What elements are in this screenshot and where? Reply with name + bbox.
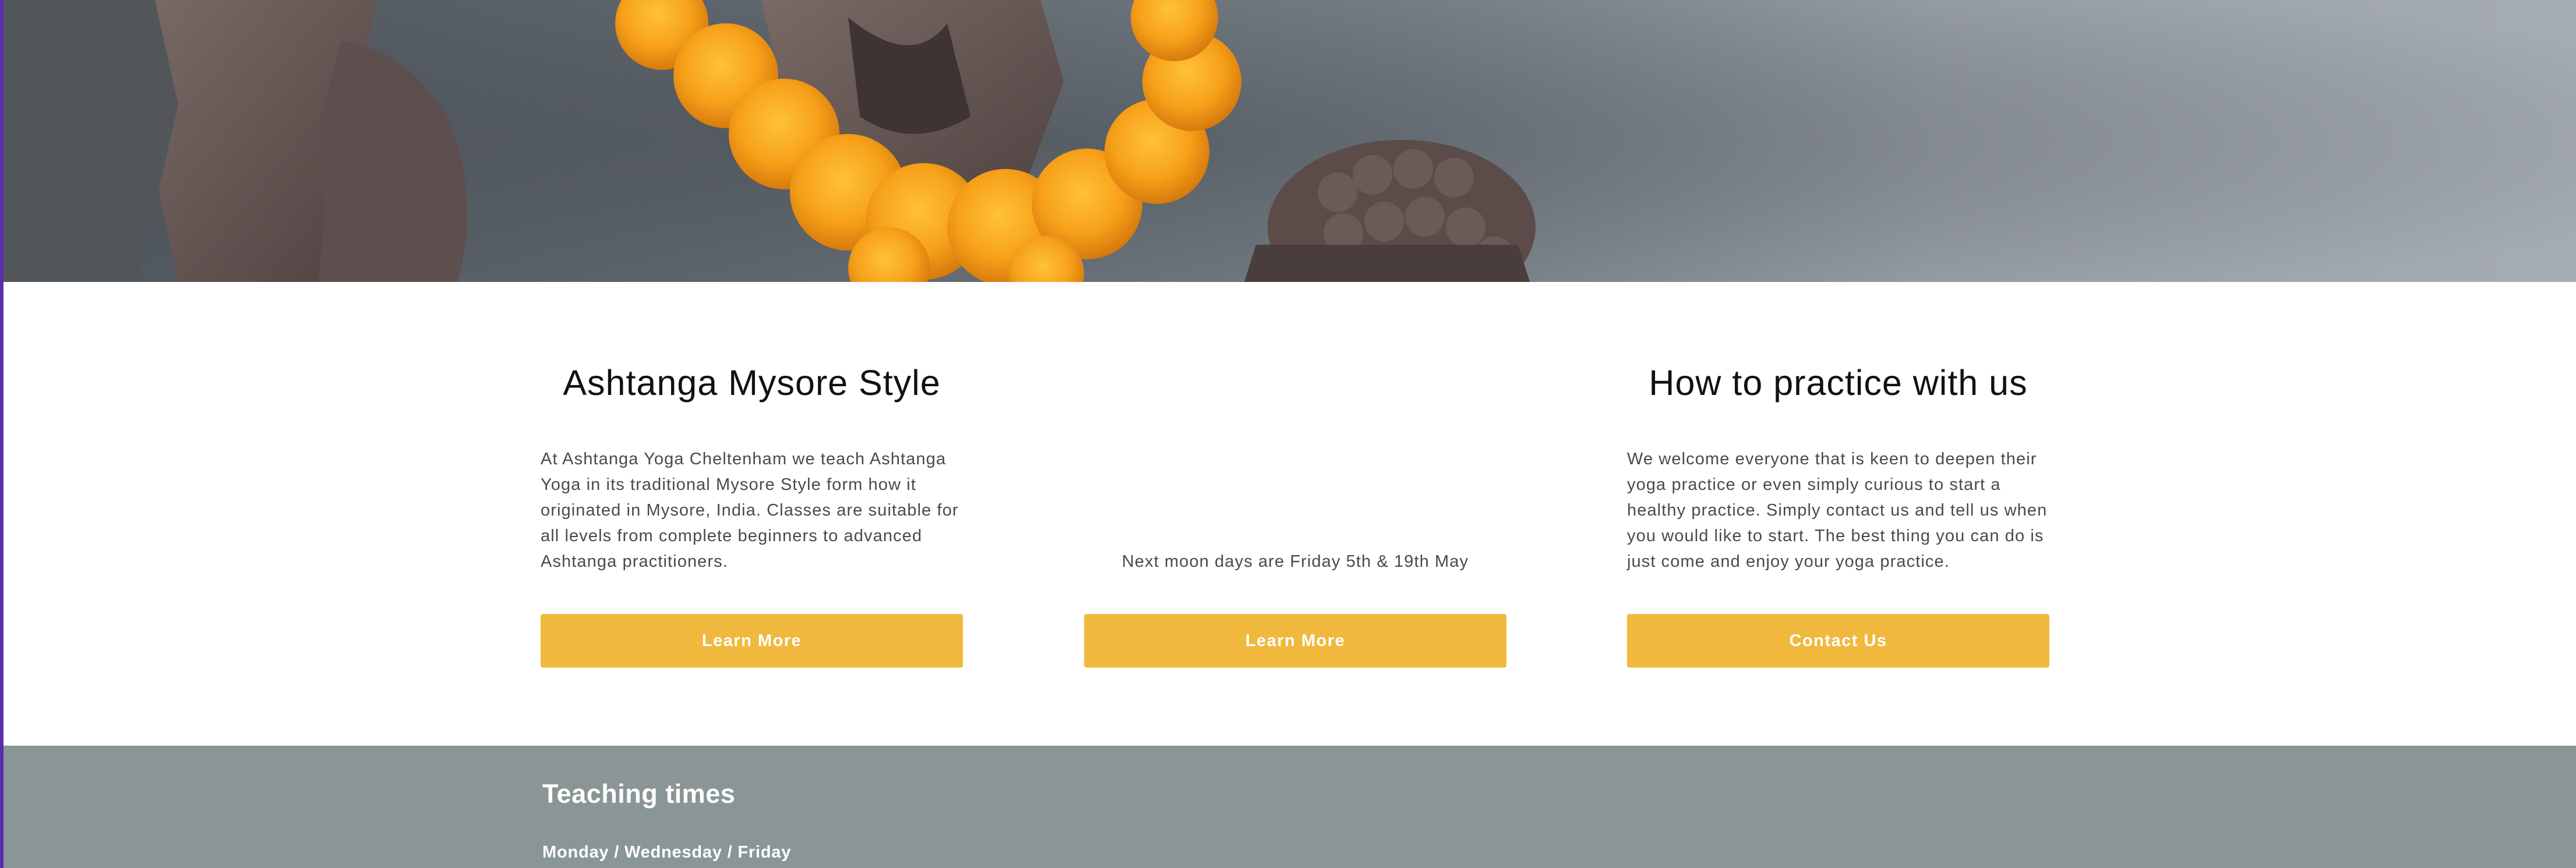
column-title: Ashtanga Mysore Style (563, 363, 941, 403)
column-text: We welcome everyone that is keen to deep… (1627, 450, 2048, 571)
hero-image (3, 0, 2576, 282)
teaching-days: Monday / Wednesday / Friday (542, 843, 792, 862)
hero-illustration (3, 0, 2576, 282)
column-title: How to practice with us (1649, 363, 2028, 403)
column-text: At Ashtanga Yoga Cheltenham we teach Ash… (541, 450, 959, 571)
moon-days-text: Next moon days are Friday 5th & 19th May (1121, 552, 1469, 571)
teaching-times-section: Teaching times Monday / Wednesday / Frid… (3, 746, 2576, 868)
teaching-times-title: Teaching times (542, 779, 736, 809)
page-left-border (0, 0, 3, 868)
intro-section: Ashtanga Mysore Style At Ashtanga Yoga C… (3, 282, 2576, 746)
learn-more-button[interactable]: Learn More (541, 614, 963, 668)
moon-days-learn-more-button[interactable]: Learn More (1084, 614, 1506, 668)
contact-us-button[interactable]: Contact Us (1627, 614, 2049, 668)
